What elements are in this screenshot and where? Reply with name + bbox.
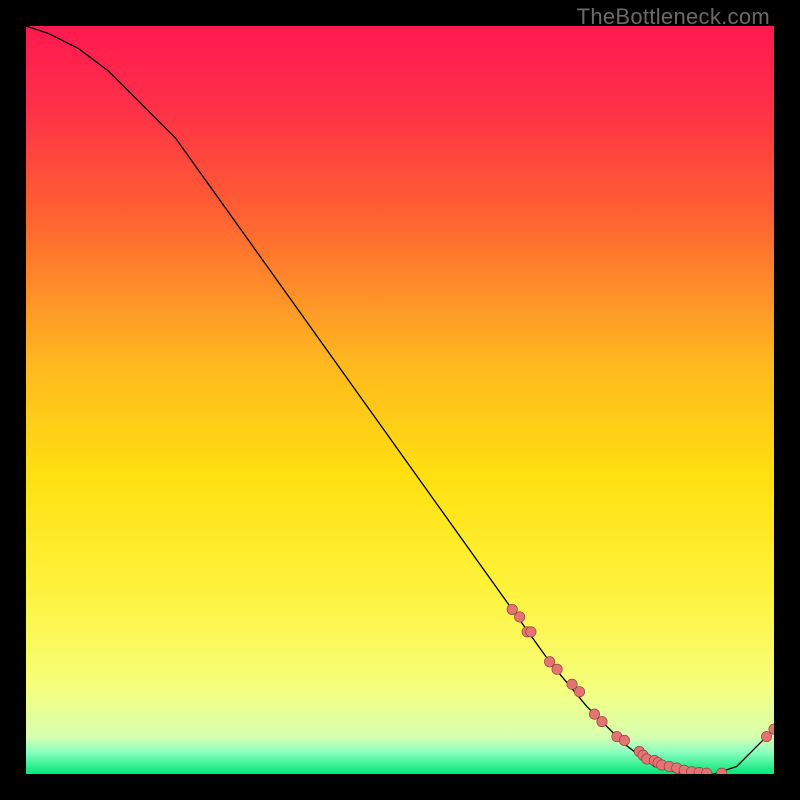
watermark-text: TheBottleneck.com — [577, 4, 770, 30]
chart-background — [26, 26, 774, 774]
data-point — [619, 735, 629, 745]
chart-svg — [26, 26, 774, 774]
chart-plot-area — [26, 26, 774, 774]
data-point — [514, 612, 524, 622]
data-point — [526, 627, 536, 637]
data-point — [552, 664, 562, 674]
data-point — [574, 687, 584, 697]
data-point — [597, 716, 607, 726]
